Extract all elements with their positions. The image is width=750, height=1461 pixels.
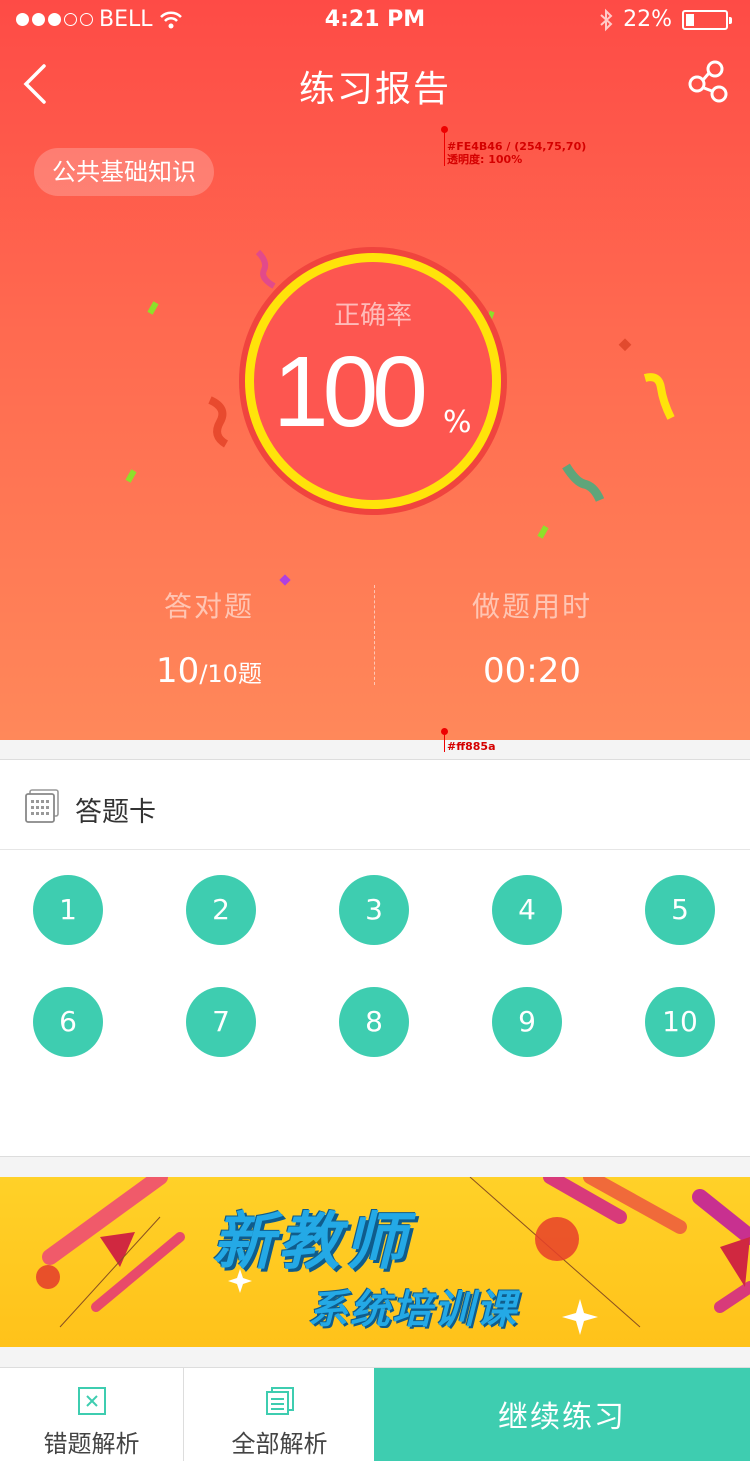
question-bubble[interactable]: 3 [339, 875, 409, 945]
banner-subtitle: 系统培训课 [308, 1287, 518, 1333]
all-analysis-icon [265, 1387, 294, 1415]
correct-value-group: 10/10题 [22, 651, 396, 691]
correct-stat: 答对题 10/10题 [22, 585, 396, 691]
bottom-action-bar: 错题解析 全部解析 继续练习 [0, 1367, 750, 1461]
promo-banner[interactable]: 新教师 系统培训课 [0, 1177, 750, 1347]
all-analysis-button[interactable]: 全部解析 [185, 1368, 374, 1461]
question-bubble[interactable]: 10 [645, 987, 715, 1057]
answer-card: 答题卡 1 2 3 4 5 6 7 8 9 10 [0, 759, 750, 1157]
banner-title: 新教师 [212, 1205, 411, 1278]
battery-level [686, 13, 694, 26]
annotation-line [444, 732, 445, 752]
question-bubble[interactable]: 9 [492, 987, 562, 1057]
wrong-analysis-icon [77, 1387, 106, 1415]
score-ring: 正确率 100 % [239, 247, 507, 515]
annotation-line [444, 130, 445, 166]
answer-card-title: 答题卡 [75, 797, 156, 828]
question-bubble[interactable]: 2 [186, 875, 256, 945]
all-analysis-label: 全部解析 [231, 1430, 328, 1458]
question-bubble[interactable]: 6 [33, 987, 103, 1057]
answer-card-header: 答题卡 [0, 760, 750, 850]
time-label: 做题用时 [471, 590, 592, 623]
annotation-opacity: 透明度: 100% [447, 153, 523, 166]
time-stat: 做题用时 00:20 [345, 585, 719, 691]
status-right: 22% [599, 7, 732, 32]
share-button[interactable] [688, 60, 732, 104]
annotation-hex: #FE4B46 / (254,75,70) [447, 140, 587, 153]
accuracy-value: 100 [273, 336, 428, 448]
question-bubble[interactable]: 1 [33, 875, 103, 945]
time-value: 00:20 [483, 651, 581, 691]
page-title: 练习报告 [298, 69, 451, 110]
status-bar: BELL 4:21 PM 22% [0, 0, 750, 40]
accuracy-unit: % [443, 405, 472, 440]
answer-card-icon [25, 789, 59, 823]
battery-percent: 22% [623, 7, 672, 32]
nav-bar: 练习报告 [0, 40, 750, 130]
question-bubble[interactable]: 7 [186, 987, 256, 1057]
report-hero: BELL 4:21 PM 22% 练习报告 公共基础知识 #FE4B46 / (… [0, 0, 750, 740]
correct-count: 10 [156, 651, 200, 691]
correct-label: 答对题 [163, 590, 254, 623]
correct-total: /10题 [199, 660, 262, 688]
wrong-analysis-label: 错题解析 [43, 1430, 140, 1458]
bluetooth-icon [600, 8, 613, 31]
question-bubble[interactable]: 5 [645, 875, 715, 945]
subject-tag[interactable]: 公共基础知识 [34, 148, 214, 196]
wrong-analysis-button[interactable]: 错题解析 [0, 1368, 184, 1461]
share-icon [688, 60, 728, 103]
accuracy-label: 正确率 [333, 301, 412, 331]
color-annotation-top: #FE4B46 / (254,75,70) 透明度: 100% [447, 140, 586, 166]
question-bubble[interactable]: 4 [492, 875, 562, 945]
question-bubble[interactable]: 8 [339, 987, 409, 1057]
color-annotation-bottom: #ff885a [447, 740, 496, 753]
battery-icon [682, 9, 732, 30]
continue-practice-button[interactable]: 继续练习 [374, 1368, 750, 1461]
